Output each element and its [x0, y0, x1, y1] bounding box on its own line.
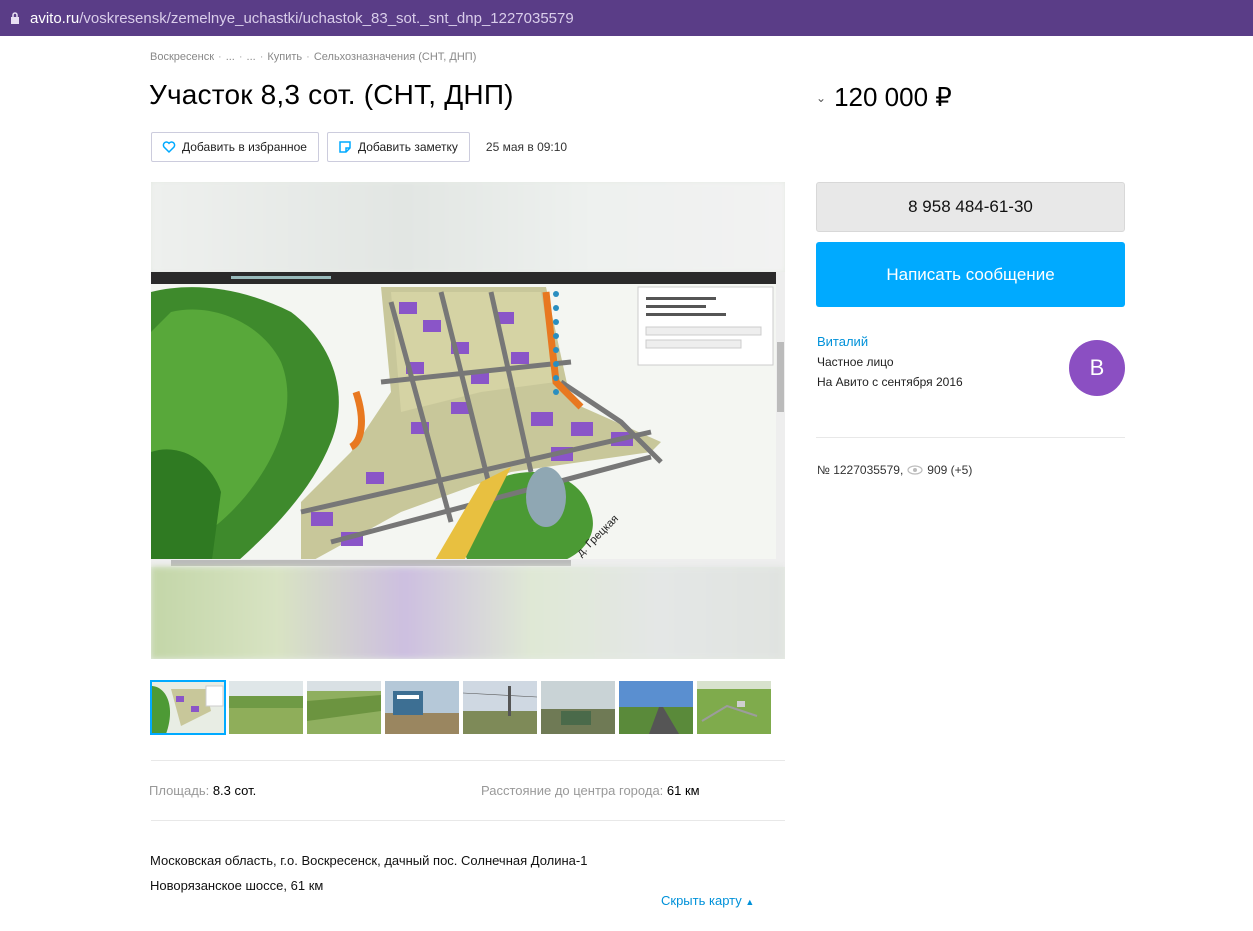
- item-number: № 1227035579,: [817, 463, 904, 477]
- gallery-blur-bottom: [151, 567, 785, 659]
- show-phone-button[interactable]: 8 958 484-61-30: [816, 182, 1125, 232]
- breadcrumb-separator: ·: [306, 51, 310, 63]
- thumbnail-plot-map[interactable]: [150, 680, 226, 735]
- write-message-button[interactable]: Написать сообщение: [816, 242, 1125, 307]
- param-area-label: Площадь:: [149, 783, 210, 798]
- seller-avatar[interactable]: В: [1069, 340, 1125, 396]
- listing-date: 25 мая в 09:10: [485, 140, 568, 154]
- divider-seller: [816, 437, 1125, 438]
- breadcrumb-item-category[interactable]: Сельхозназначения (СНТ, ДНП): [314, 51, 477, 63]
- breadcrumb-separator: ·: [238, 51, 243, 63]
- gallery-blur-top: [151, 182, 785, 272]
- item-meta: № 1227035579, 909 (+5): [817, 463, 972, 477]
- hide-map-label: Скрыть карту: [661, 893, 742, 908]
- price-block[interactable]: ⌄ 120 000 ₽: [816, 82, 952, 113]
- thumbnail-road[interactable]: [619, 681, 693, 734]
- thumbnail-village-aerial[interactable]: [697, 681, 771, 734]
- listing-price: 120 000 ₽: [834, 82, 952, 112]
- plot-map-image: д. Грецкая: [151, 272, 785, 567]
- breadcrumb-separator: ·: [259, 51, 264, 63]
- param-distance-label: Расстояние до центра города:: [481, 783, 664, 798]
- browser-address-bar[interactable]: avito.ru/voskresensk/zemelnye_uchastki/u…: [0, 0, 1253, 36]
- add-to-favorites-button[interactable]: Добавить в избранное: [151, 132, 319, 162]
- thumbnail-strip: [150, 680, 771, 735]
- seller-name-link[interactable]: Виталий: [817, 334, 868, 349]
- write-message-label: Написать сообщение: [886, 264, 1055, 284]
- url-host: avito.ru: [30, 9, 80, 27]
- phone-number: 8 958 484-61-30: [908, 197, 1033, 216]
- breadcrumb-item-buy[interactable]: Купить: [267, 51, 302, 63]
- thumbnail-field[interactable]: [229, 681, 303, 734]
- divider-params-top: [151, 760, 785, 761]
- thumbnail-field-aerial[interactable]: [307, 681, 381, 734]
- add-note-label: Добавить заметку: [357, 140, 458, 154]
- divider-params-bottom: [151, 820, 785, 821]
- breadcrumb-item-2[interactable]: ...: [226, 51, 235, 63]
- chevron-up-icon: ▲: [745, 897, 755, 907]
- breadcrumb-item-city[interactable]: Воскресенск: [150, 51, 214, 63]
- param-distance: Расстояние до центра города: 61 км: [481, 783, 700, 798]
- note-icon: [339, 141, 351, 153]
- param-area: Площадь: 8.3 сот.: [149, 783, 256, 798]
- heart-icon: [162, 141, 176, 154]
- lock-icon: [11, 11, 19, 24]
- breadcrumb: Воскресенск · ... · ... · Купить · Сельх…: [150, 51, 476, 63]
- add-note-button[interactable]: Добавить заметку: [326, 132, 470, 162]
- photo-gallery[interactable]: д. Грецкая: [151, 182, 785, 659]
- eye-icon: [907, 465, 923, 475]
- listing-actions: Добавить в избранное Добавить заметку 25…: [151, 132, 567, 162]
- chevron-down-icon: ⌄: [816, 90, 827, 105]
- add-to-favorites-label: Добавить в избранное: [182, 140, 307, 154]
- breadcrumb-item-3[interactable]: ...: [247, 51, 256, 63]
- view-count: 909 (+5): [927, 463, 973, 477]
- hide-map-link[interactable]: Скрыть карту ▲: [661, 893, 754, 908]
- param-distance-value: 61 км: [666, 783, 700, 798]
- seller-type: Частное лицо: [817, 355, 894, 369]
- breadcrumb-separator: ·: [218, 51, 222, 63]
- thumbnail-power-lines[interactable]: [463, 681, 537, 734]
- seller-since: На Авито с сентября 2016: [817, 375, 963, 389]
- thumbnail-road-sign[interactable]: [541, 681, 615, 734]
- url-path: /voskresensk/zemelnye_uchastki/uchastok_…: [79, 9, 574, 27]
- address-line-2: Новорязанское шоссе, 61 км: [150, 878, 324, 893]
- address-block: Московская область, г.о. Воскресенск, да…: [150, 848, 670, 898]
- listing-title: Участок 8,3 сот. (СНТ, ДНП): [149, 79, 514, 110]
- thumbnail-gate[interactable]: [385, 681, 459, 734]
- address-line-1: Московская область, г.о. Воскресенск, да…: [150, 853, 588, 868]
- param-area-value: 8.3 сот.: [212, 783, 257, 798]
